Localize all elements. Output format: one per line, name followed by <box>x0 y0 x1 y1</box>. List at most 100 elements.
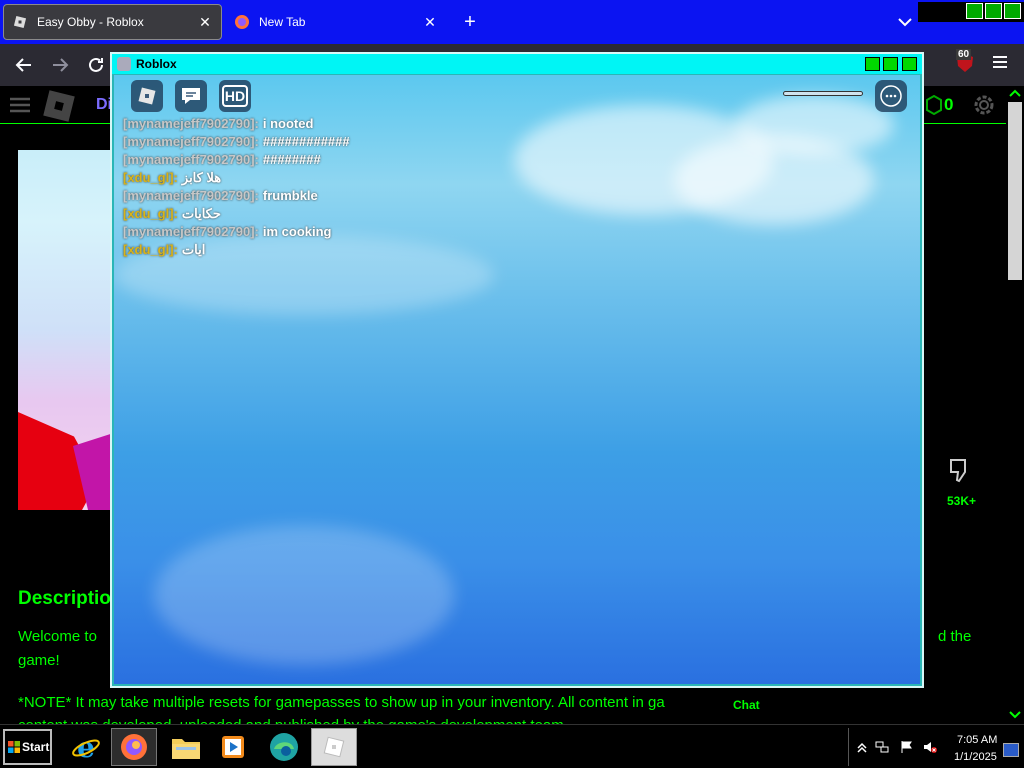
extension-badge: 60 <box>956 49 972 60</box>
chat-message: [xdu_gl]: حكايات <box>123 205 543 223</box>
restore-button[interactable] <box>985 3 1002 19</box>
sky-cloud <box>154 525 454 665</box>
clock-time[interactable]: 7:05 AM <box>957 734 997 746</box>
taskbar-app[interactable]: e <box>63 728 109 766</box>
tab-close-icon[interactable]: ✕ <box>197 14 213 31</box>
health-bar <box>783 91 863 96</box>
game-close-button[interactable] <box>902 57 917 71</box>
windows-flag-icon <box>8 741 20 753</box>
roblox-logo-icon <box>138 87 156 105</box>
firefox-favicon-icon <box>235 15 249 29</box>
taskbar-app[interactable] <box>111 728 157 766</box>
game-minimize-button[interactable] <box>865 57 880 71</box>
chat-username[interactable]: [mynamejeff7902790]: <box>123 134 259 149</box>
more-options-button[interactable] <box>875 80 907 112</box>
tab-new-tab[interactable]: New Tab ✕ <box>226 4 446 40</box>
extension-shield-icon[interactable]: 60 <box>954 49 976 74</box>
chat-log: [mynamejeff7902790]: i nooted [mynamejeff7… <box>123 115 543 259</box>
minimize-button[interactable] <box>966 3 983 19</box>
sky-cloud <box>734 95 894 155</box>
taskbar-app[interactable] <box>311 728 357 766</box>
chat-message-text: ######## <box>262 152 321 167</box>
media-player-icon <box>222 736 244 758</box>
chevron-up-icon[interactable] <box>855 740 869 754</box>
svg-text:e: e <box>77 731 95 763</box>
gear-icon[interactable] <box>971 92 997 118</box>
scroll-down-icon[interactable] <box>1009 710 1021 720</box>
description-text: game! <box>18 652 60 669</box>
browser-tab-strip: Easy Obby - Roblox ✕ New Tab ✕ + <box>0 0 1024 44</box>
chat-message: [mynamejeff7902790]: i nooted <box>123 115 543 133</box>
action-center-flag-icon[interactable] <box>899 740 913 754</box>
roblox-menu-button[interactable] <box>131 80 163 112</box>
game-thumbnail[interactable] <box>18 150 112 510</box>
scrollbar-thumb[interactable] <box>1008 102 1022 280</box>
hamburger-menu-icon[interactable] <box>990 52 1010 72</box>
chat-message: [mynamejeff7902790]: im cooking <box>123 223 543 241</box>
description-note-continued: content was developed, uploaded and publ… <box>18 717 720 724</box>
new-tab-button[interactable]: + <box>458 10 482 34</box>
chat-message-text: هلا كابز <box>181 170 222 185</box>
chat-username[interactable]: [mynamejeff7902790]: <box>123 188 259 203</box>
chat-message: [xdu_gl]: ايات <box>123 241 543 259</box>
nav-menu-icon[interactable] <box>10 97 30 113</box>
edge-icon <box>270 733 298 761</box>
tab-easy-obby[interactable]: Easy Obby - Roblox ✕ <box>3 4 222 40</box>
tab-close-icon[interactable]: ✕ <box>422 14 438 31</box>
chat-username[interactable]: [mynamejeff7902790]: <box>123 116 259 131</box>
chat-message: [mynamejeff7902790]: frumbkle <box>123 187 543 205</box>
chat-username[interactable]: [mynamejeff7902790]: <box>123 152 259 167</box>
network-icon[interactable] <box>875 740 889 754</box>
chat-toggle-button[interactable] <box>175 80 207 112</box>
roblox-game-window[interactable]: Roblox HD [mynamejeff7902790]: i nooted [m… <box>110 52 924 688</box>
speaker-muted-icon[interactable] <box>923 740 937 754</box>
chat-bubble-icon <box>182 88 200 104</box>
clock-date[interactable]: 1/1/2025 <box>954 751 997 763</box>
chat-button[interactable]: Chat <box>733 698 760 712</box>
chat-username[interactable]: [xdu_gl]: <box>123 206 178 221</box>
chat-message-text: frumbkle <box>262 188 318 203</box>
chat-username[interactable]: [xdu_gl]: <box>123 242 178 257</box>
more-dots-icon <box>880 85 902 107</box>
forward-arrow-icon[interactable] <box>47 52 73 78</box>
show-desktop-icon[interactable] <box>1003 743 1019 757</box>
system-tray: 7:05 AM 1/1/2025 <box>848 728 1024 766</box>
roblox-icon <box>323 736 345 758</box>
chevron-down-icon[interactable] <box>895 12 915 32</box>
description-heading: Descriptio <box>18 588 111 609</box>
thumbs-down-icon[interactable] <box>947 456 973 484</box>
tab-title: Easy Obby - Roblox <box>37 15 144 29</box>
game-viewport[interactable]: HD [mynamejeff7902790]: i nooted [mynameje… <box>114 75 920 684</box>
chat-message-text: im cooking <box>262 224 332 239</box>
hd-label: HD <box>221 85 249 107</box>
robux-icon[interactable] <box>926 95 942 115</box>
page-scrollbar[interactable] <box>1006 86 1024 724</box>
taskbar-app[interactable] <box>163 728 209 766</box>
robux-count[interactable]: 0 <box>944 95 953 115</box>
scroll-up-icon[interactable] <box>1009 88 1021 98</box>
game-window-titlebar[interactable]: Roblox <box>112 54 922 74</box>
dislike-count: 53K+ <box>947 494 977 508</box>
chat-username[interactable]: [xdu_gl]: <box>123 170 178 185</box>
taskbar-app[interactable] <box>261 728 307 766</box>
start-button[interactable]: Start <box>3 729 52 765</box>
description-text: d the <box>938 628 972 645</box>
reload-icon[interactable] <box>83 52 109 78</box>
file-explorer-icon <box>172 739 200 759</box>
chat-message: [mynamejeff7902790]: ############ <box>123 133 543 151</box>
roblox-logo-icon[interactable] <box>43 90 75 122</box>
firefox-icon <box>121 734 147 760</box>
description-note: *NOTE* It may take multiple resets for g… <box>18 694 665 711</box>
description-text: Welcome to <box>18 628 97 645</box>
internet-explorer-icon: e <box>72 731 100 763</box>
taskbar: Start e 7:05 AM 1/1/2025 <box>0 724 1024 768</box>
chat-username[interactable]: [mynamejeff7902790]: <box>123 224 259 239</box>
close-window-button[interactable] <box>1004 3 1021 19</box>
taskbar-app[interactable] <box>210 728 256 766</box>
roblox-app-icon <box>117 57 131 71</box>
hd-toggle-button[interactable]: HD <box>219 80 251 112</box>
chat-message-text: i nooted <box>262 116 314 131</box>
game-maximize-button[interactable] <box>883 57 898 71</box>
back-arrow-icon[interactable] <box>11 52 37 78</box>
chat-message-text: حكايات <box>181 206 221 221</box>
